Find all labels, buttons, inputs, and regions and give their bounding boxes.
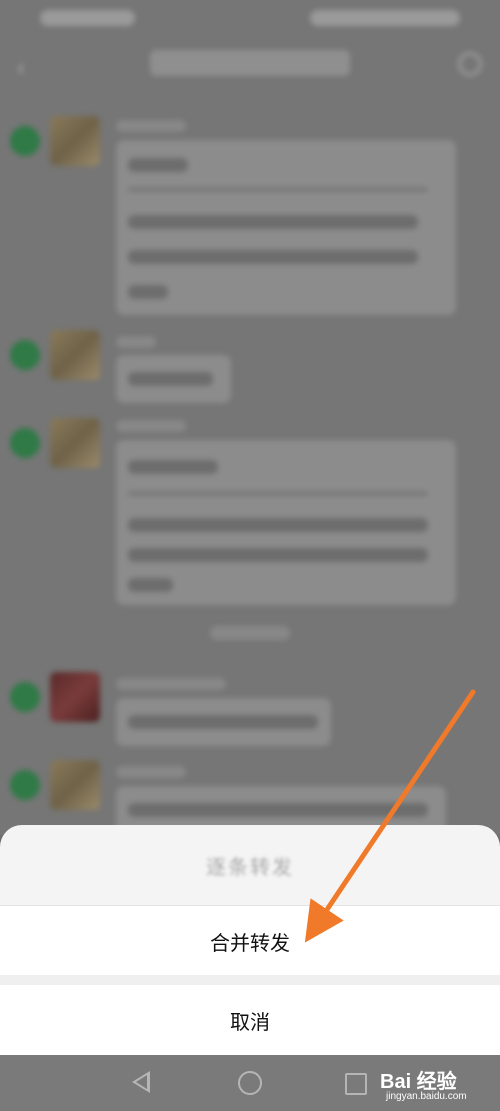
- annotation-arrow: [304, 689, 476, 943]
- arrow-line: [304, 689, 476, 943]
